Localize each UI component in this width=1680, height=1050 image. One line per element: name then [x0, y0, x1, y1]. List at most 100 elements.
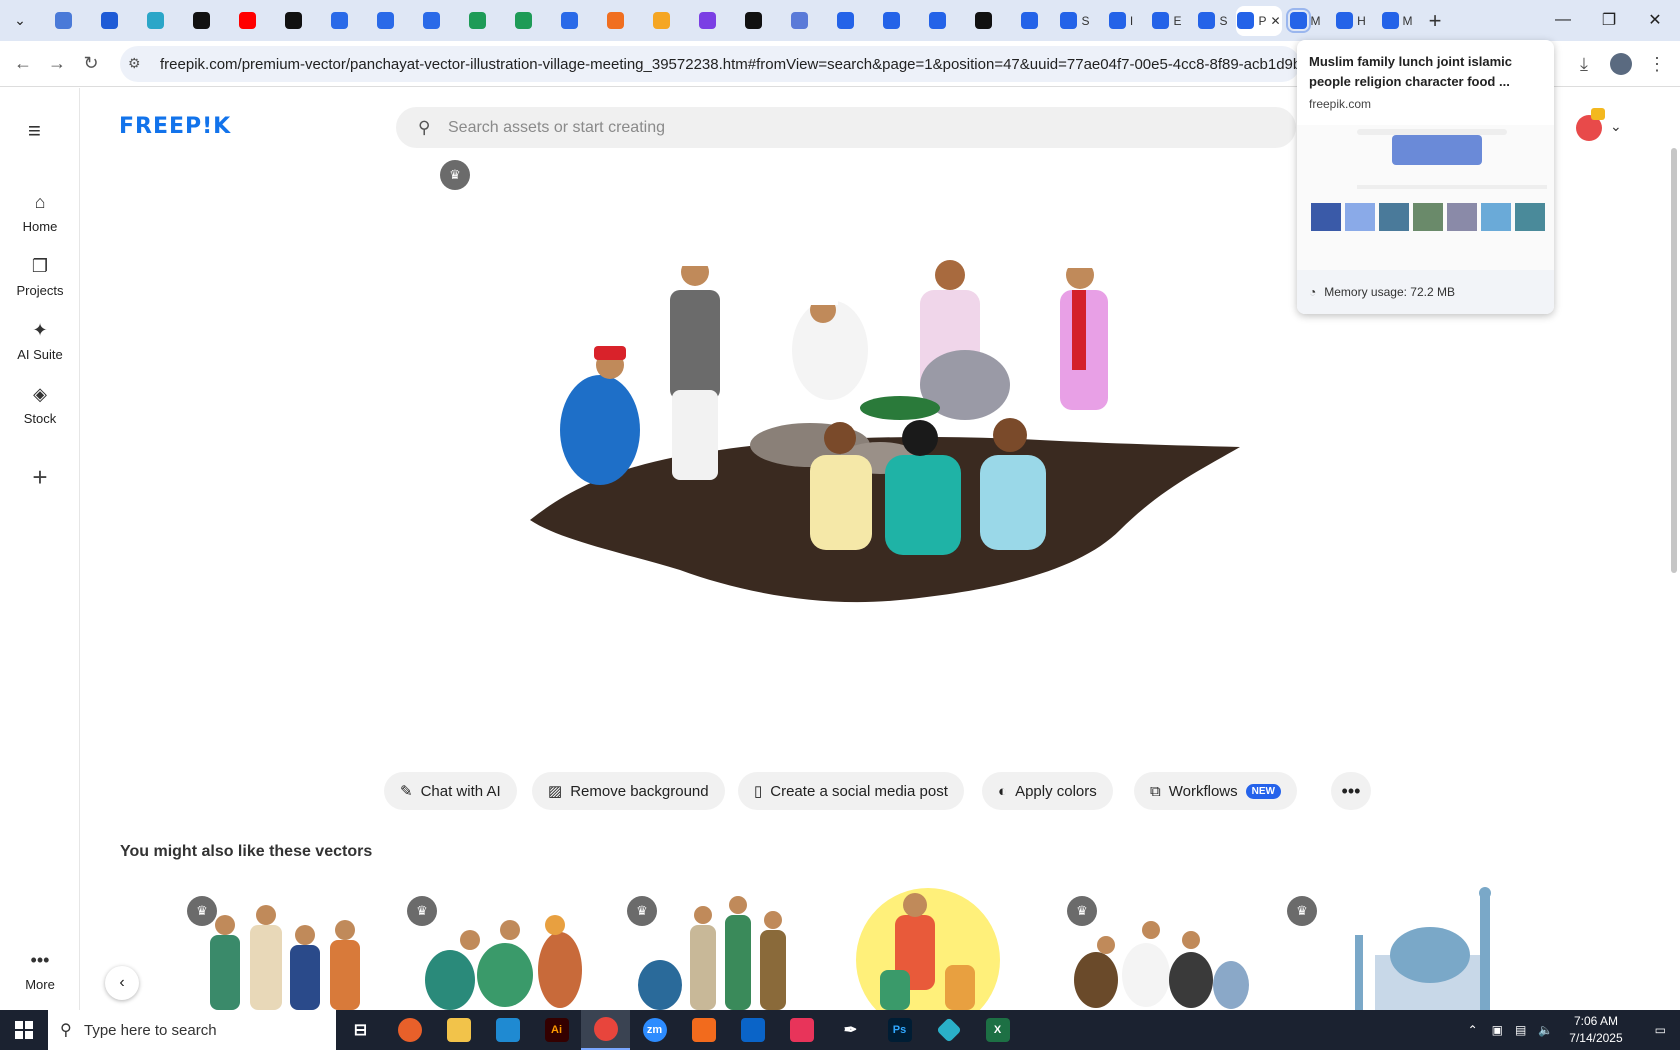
freepik-icon: [1060, 12, 1078, 29]
clock-time: 7:06 AM: [1573, 1014, 1618, 1028]
address-bar[interactable]: ⚙ freepik.com/premium-vector/panchayat-v…: [120, 46, 1300, 82]
browser-tab[interactable]: [40, 6, 86, 36]
reload-button[interactable]: ↻: [74, 47, 108, 81]
minimize-button[interactable]: —: [1540, 0, 1586, 40]
windows-icon: [15, 1021, 33, 1039]
profile-avatar[interactable]: [1610, 53, 1632, 75]
taskbar-illustrator[interactable]: Ai: [532, 1010, 581, 1050]
close-tab-icon[interactable]: ✕: [1270, 14, 1280, 28]
start-button[interactable]: [0, 1010, 48, 1050]
browser-tab[interactable]: E: [1144, 6, 1190, 36]
freepik-logo[interactable]: FREEP!K: [119, 114, 231, 139]
sidebar-item-ai-suite[interactable]: ✦ AI Suite: [0, 320, 80, 362]
hamburger-menu-button[interactable]: ≡: [28, 118, 41, 144]
taskbar-firefox[interactable]: [385, 1010, 434, 1050]
downloads-button[interactable]: ⤓: [1567, 47, 1601, 81]
browser-tab[interactable]: [592, 6, 638, 36]
browser-menu-button[interactable]: ⋮: [1640, 47, 1674, 81]
new-tab-button[interactable]: +: [1420, 8, 1450, 34]
browser-tab[interactable]: H: [1328, 6, 1374, 36]
sidebar-item-more[interactable]: ••• More: [0, 950, 80, 992]
browser-tab[interactable]: S: [1190, 6, 1236, 36]
sidebar-item-stock[interactable]: ◈ Stock: [0, 384, 80, 426]
add-button[interactable]: +: [20, 457, 60, 497]
freepik-icon: [1152, 12, 1170, 29]
page-scrollbar[interactable]: [1668, 88, 1680, 1010]
task-view-button[interactable]: ⊟: [336, 1010, 385, 1050]
taskbar-outlook[interactable]: [728, 1010, 777, 1050]
browser-tab[interactable]: [960, 6, 1006, 36]
firefox-icon: [397, 1018, 422, 1042]
browser-tab[interactable]: M: [1282, 6, 1328, 36]
tray-app-icon[interactable]: ▣: [1486, 1023, 1509, 1037]
taskbar-chrome[interactable]: [581, 1010, 630, 1050]
active-tab[interactable]: P ✕: [1236, 5, 1282, 36]
related-thumbnail[interactable]: [410, 885, 610, 1010]
browser-tab[interactable]: I: [1098, 6, 1144, 36]
taskbar-zoom[interactable]: zm: [630, 1010, 679, 1050]
taskbar-search[interactable]: ⚲ Type here to search: [48, 1010, 336, 1050]
browser-tab[interactable]: [914, 6, 960, 36]
workflows-button[interactable]: ⧉ Workflows NEW: [1134, 772, 1297, 810]
tab-title: M: [1310, 13, 1321, 28]
back-button[interactable]: ←: [6, 47, 40, 81]
browser-tab[interactable]: M: [1374, 6, 1420, 36]
browser-tab[interactable]: [454, 6, 500, 36]
phone-icon: ▯: [754, 783, 763, 800]
account-chevron-icon[interactable]: ⌄: [1610, 118, 1622, 135]
related-thumbnail[interactable]: [1330, 885, 1530, 1010]
browser-tab[interactable]: [776, 6, 822, 36]
site-info-icon[interactable]: ⚙: [128, 55, 141, 72]
browser-tab[interactable]: [86, 6, 132, 36]
tab-search-button[interactable]: ⌄: [0, 6, 40, 36]
sidebar-item-projects[interactable]: ❐ Projects: [0, 256, 80, 298]
taskbar-file-explorer[interactable]: [434, 1010, 483, 1050]
apply-colors-button[interactable]: ◐ Apply colors: [982, 772, 1113, 810]
network-icon[interactable]: ▤: [1509, 1023, 1532, 1037]
browser-tab[interactable]: [178, 6, 224, 36]
carousel-prev-button[interactable]: ‹: [105, 966, 139, 1000]
browser-tab[interactable]: [638, 6, 684, 36]
scrollbar-thumb[interactable]: [1671, 148, 1677, 573]
close-window-button[interactable]: ✕: [1632, 0, 1678, 40]
browser-tab[interactable]: S: [1052, 6, 1098, 36]
related-thumbnail[interactable]: [190, 885, 390, 1010]
related-thumbnail[interactable]: [850, 885, 1050, 1010]
taskbar-clock[interactable]: 7:06 AM 7/14/2025: [1559, 1013, 1640, 1047]
task-view-icon: ⊟: [353, 1022, 368, 1039]
taskbar-xampp[interactable]: [679, 1010, 728, 1050]
notification-icon[interactable]: ▭: [1641, 1023, 1680, 1037]
forward-button[interactable]: →: [40, 47, 74, 81]
remove-background-button[interactable]: ▨ Remove background: [532, 772, 725, 810]
search-input[interactable]: ⚲ Search assets or start creating: [396, 107, 1296, 148]
browser-tab[interactable]: [822, 6, 868, 36]
taskbar-vscode[interactable]: [483, 1010, 532, 1050]
clock-date: 7/14/2025: [1569, 1031, 1623, 1045]
taskbar-excel[interactable]: X: [973, 1010, 1022, 1050]
browser-tab[interactable]: [1006, 6, 1052, 36]
chat-with-ai-button[interactable]: ✎ Chat with AI: [384, 772, 517, 810]
browser-tab[interactable]: [224, 6, 270, 36]
browser-tab[interactable]: [868, 6, 914, 36]
tray-chevron-icon[interactable]: ⌃: [1460, 1023, 1486, 1037]
browser-tab[interactable]: [132, 6, 178, 36]
more-actions-button[interactable]: •••: [1331, 772, 1371, 810]
browser-tab[interactable]: [408, 6, 454, 36]
create-social-post-button[interactable]: ▯ Create a social media post: [738, 772, 964, 810]
browser-tab[interactable]: [500, 6, 546, 36]
taskbar-creative-cloud[interactable]: [777, 1010, 826, 1050]
browser-tab[interactable]: [316, 6, 362, 36]
taskbar-photoshop[interactable]: Ps: [875, 1010, 924, 1050]
browser-tab[interactable]: [362, 6, 408, 36]
related-thumbnail[interactable]: [1066, 885, 1266, 1010]
browser-tab[interactable]: [730, 6, 776, 36]
volume-icon[interactable]: 🔈: [1532, 1023, 1559, 1037]
browser-tab[interactable]: [546, 6, 592, 36]
taskbar-pen-tool[interactable]: ✒: [826, 1010, 875, 1050]
taskbar-app[interactable]: [924, 1010, 973, 1050]
sidebar-item-home[interactable]: ⌂ Home: [0, 192, 80, 234]
related-thumbnail[interactable]: [630, 885, 830, 1010]
browser-tab[interactable]: [270, 6, 316, 36]
browser-tab[interactable]: [684, 6, 730, 36]
restore-button[interactable]: ❐: [1586, 0, 1632, 40]
